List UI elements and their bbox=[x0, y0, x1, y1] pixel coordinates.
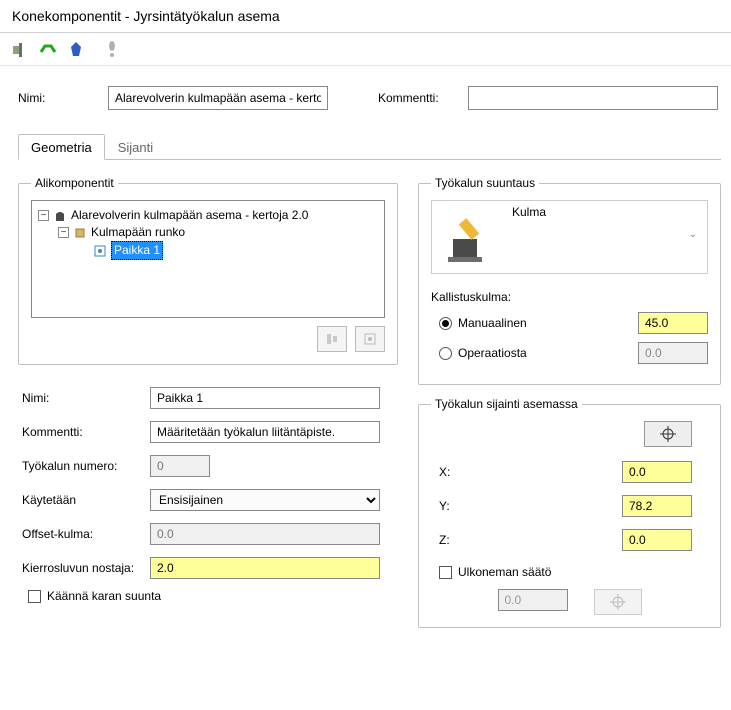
rpm-label: Kierrosluvun nostaja: bbox=[22, 561, 142, 575]
tool-icon-1[interactable] bbox=[10, 39, 30, 59]
orientation-legend: Työkalun suuntaus bbox=[431, 176, 539, 190]
manual-label: Manuaalinen bbox=[458, 316, 527, 330]
tool-icon-3[interactable] bbox=[66, 39, 86, 59]
operation-value-input bbox=[638, 342, 708, 364]
z-label: Z: bbox=[439, 533, 479, 547]
chevron-down-icon[interactable]: ⌄ bbox=[689, 229, 697, 240]
z-input[interactable] bbox=[622, 529, 692, 551]
toolbar bbox=[0, 33, 731, 66]
tree-root-label: Alarevolverin kulmapään asema - kertoja … bbox=[71, 207, 308, 224]
radio-operation[interactable] bbox=[439, 347, 452, 360]
comment-input[interactable] bbox=[468, 86, 718, 110]
name-label: Nimi: bbox=[18, 91, 88, 105]
sub-comment-input[interactable] bbox=[150, 421, 380, 443]
flip-checkbox[interactable] bbox=[28, 590, 41, 603]
tab-geometry[interactable]: Geometria bbox=[18, 134, 105, 160]
used-label: Käytetään bbox=[22, 493, 142, 507]
orientation-selector[interactable]: Kulma ⌄ bbox=[431, 200, 708, 274]
tree-button-2[interactable] bbox=[355, 326, 385, 352]
offset-label: Offset-kulma: bbox=[22, 527, 142, 541]
extension-input bbox=[498, 589, 568, 611]
tree-button-1[interactable] bbox=[317, 326, 347, 352]
position-legend: Työkalun sijainti asemassa bbox=[431, 397, 582, 411]
tab-location[interactable]: Sijanti bbox=[105, 134, 166, 160]
comment-label: Kommentti: bbox=[378, 91, 448, 105]
pick-extension-button bbox=[594, 589, 642, 615]
tilt-label: Kallistuskulma: bbox=[431, 290, 708, 304]
position-fieldset: Työkalun sijainti asemassa X: Y: Z: bbox=[418, 397, 721, 628]
tab-strip: Geometria Sijanti bbox=[18, 134, 721, 160]
sub-name-input[interactable] bbox=[150, 387, 380, 409]
pick-position-button[interactable] bbox=[644, 421, 692, 447]
angle-icon bbox=[440, 205, 490, 265]
toolnum-label: Työkalun numero: bbox=[22, 459, 142, 473]
collapse-icon[interactable]: − bbox=[58, 227, 69, 238]
subcomponents-legend: Alikomponentit bbox=[31, 176, 118, 190]
rpm-input[interactable] bbox=[150, 557, 380, 579]
tree-child2-label: Paikka 1 bbox=[111, 241, 163, 260]
point-icon bbox=[93, 244, 107, 258]
x-input[interactable] bbox=[622, 461, 692, 483]
tool-icon-2[interactable] bbox=[38, 39, 58, 59]
name-input[interactable] bbox=[108, 86, 328, 110]
operation-label: Operaatiosta bbox=[458, 346, 527, 360]
tree[interactable]: − Alarevolverin kulmapään asema - kertoj… bbox=[31, 200, 385, 318]
y-label: Y: bbox=[439, 499, 479, 513]
orientation-fieldset: Työkalun suuntaus Kulma ⌄ Kallistuskulma… bbox=[418, 176, 721, 385]
extension-label: Ulkoneman säätö bbox=[458, 565, 551, 579]
sub-name-label: Nimi: bbox=[22, 391, 142, 405]
tree-row-root[interactable]: − Alarevolverin kulmapään asema - kertoj… bbox=[38, 207, 378, 224]
window-title: Konekomponentit - Jyrsintätyökalun asema bbox=[0, 0, 731, 33]
body-icon bbox=[73, 226, 87, 240]
tree-row-child2[interactable]: Paikka 1 bbox=[38, 241, 378, 260]
used-select[interactable]: Ensisijainen bbox=[150, 489, 380, 511]
y-input[interactable] bbox=[622, 495, 692, 517]
offset-input bbox=[150, 523, 380, 545]
manual-value-input[interactable] bbox=[638, 312, 708, 334]
radio-manual[interactable] bbox=[439, 317, 452, 330]
station-icon bbox=[53, 209, 67, 223]
flip-label: Käännä karan suunta bbox=[47, 589, 161, 603]
tree-child1-label: Kulmapään runko bbox=[91, 224, 185, 241]
tree-row-child1[interactable]: − Kulmapään runko bbox=[38, 224, 378, 241]
x-label: X: bbox=[439, 465, 479, 479]
collapse-icon[interactable]: − bbox=[38, 210, 49, 221]
subcomponents-fieldset: Alikomponentit − Alarevolverin kulmapään… bbox=[18, 176, 398, 365]
flip-spindle-row[interactable]: Käännä karan suunta bbox=[18, 589, 398, 603]
exclaim-icon[interactable] bbox=[102, 39, 122, 59]
sub-comment-label: Kommentti: bbox=[22, 425, 142, 439]
toolnum-input bbox=[150, 455, 210, 477]
extension-checkbox[interactable] bbox=[439, 566, 452, 579]
extension-row[interactable]: Ulkoneman säätö bbox=[431, 565, 708, 579]
orientation-mode-label: Kulma bbox=[512, 205, 546, 219]
